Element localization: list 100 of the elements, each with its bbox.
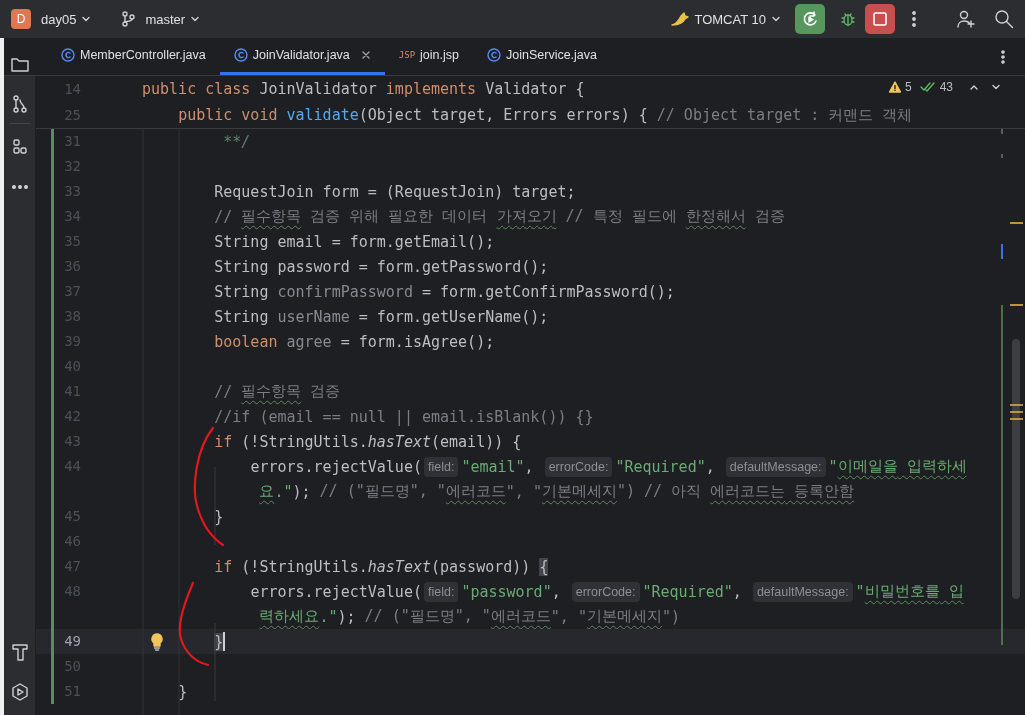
chevron-down-icon xyxy=(81,14,92,24)
code-comment: 에러코드 xyxy=(445,482,506,501)
code-string: "Required" xyxy=(642,582,733,601)
inlay-hint: errorCode: xyxy=(544,456,613,477)
code-text: String password = form.getPassword(); xyxy=(214,257,549,276)
code-string: " xyxy=(855,582,865,601)
warning-marker xyxy=(1009,304,1024,306)
code-text: = form.getUserName(); xyxy=(357,307,549,326)
chevron-down-icon xyxy=(771,14,781,24)
code-comment: **/ xyxy=(223,132,251,151)
hammer-icon[interactable] xyxy=(10,642,29,662)
code-comment: // xyxy=(214,382,234,401)
inlay-hint: field: xyxy=(423,456,459,477)
stop-icon xyxy=(872,11,888,27)
chevron-down-icon xyxy=(991,82,1001,92)
branch-icon xyxy=(121,11,136,27)
code-variable: agree xyxy=(286,332,332,351)
code-comment: ", " xyxy=(505,482,542,501)
code-text: (password)) xyxy=(431,557,532,576)
add-user-icon xyxy=(956,9,976,29)
more-vertical-icon[interactable] xyxy=(1001,49,1005,64)
code-text: String email = form.getEmail(); xyxy=(214,232,495,251)
search-icon xyxy=(994,9,1014,29)
code-comment: //if (email == null || email.isBlank()) {} xyxy=(214,407,594,426)
code-text: (email)) { xyxy=(431,432,522,451)
code-text: errors.rejectValue( xyxy=(250,582,422,601)
code-keyword: if xyxy=(214,432,234,451)
code-comment: ") // 아직 xyxy=(616,482,703,501)
more-vertical-icon xyxy=(912,11,916,27)
line-number: 49 xyxy=(51,629,142,654)
project-selector[interactable]: day05 xyxy=(37,9,96,29)
code-comment: 기본메세지 xyxy=(541,482,617,501)
code-string: ." xyxy=(274,482,293,501)
close-icon xyxy=(360,50,371,60)
code-text: String xyxy=(214,307,270,326)
code-text: , xyxy=(551,582,562,601)
jsp-file-icon: JSP xyxy=(398,50,416,60)
code-string: 비밀번호를 xyxy=(864,582,940,601)
code-string: "Required" xyxy=(615,457,706,476)
file-tab[interactable]: JoinService.java xyxy=(473,38,611,75)
rerun-button[interactable] xyxy=(795,4,825,34)
inlay-hint: defaultMessage: xyxy=(725,456,826,477)
text-cursor xyxy=(223,632,226,651)
code-string: 입력하세 xyxy=(905,457,967,476)
code-comment: 에러코드 xyxy=(490,607,551,626)
code-text: = form.getConfirmPassword(); xyxy=(420,282,675,301)
code-text: , xyxy=(524,457,535,476)
code-comment: ") xyxy=(661,607,681,626)
code-keyword: public class xyxy=(142,80,252,98)
code-comment: 가져오기 xyxy=(496,207,557,226)
class-icon xyxy=(233,48,248,62)
structure-icon[interactable] xyxy=(10,138,29,156)
file-tab[interactable]: MemberController.java xyxy=(47,38,220,75)
code-comment: 기본메세지 xyxy=(586,607,662,626)
code-string: ." xyxy=(319,607,338,626)
code-text: , xyxy=(732,582,743,601)
code-comment: 검증 위해 필요한 데이터 xyxy=(309,207,489,226)
code-comment: 검증 xyxy=(309,382,341,401)
inlay-hint: field: xyxy=(423,581,459,602)
code-brace: { xyxy=(539,557,549,576)
code-comment: 에러코드는 xyxy=(710,482,786,501)
passed-count: 43 xyxy=(939,80,953,94)
cat-icon xyxy=(670,11,691,27)
code-comment: // ("필드명", " xyxy=(364,607,491,626)
code-string: 요 xyxy=(259,482,275,501)
code-string: "email" xyxy=(461,457,525,476)
code-text: (!StringUtils. xyxy=(241,432,368,451)
code-comment: 등록안함 xyxy=(793,482,855,501)
code-text: ); xyxy=(292,482,312,501)
run-configuration-selector[interactable]: TOMCAT 10 xyxy=(690,9,785,29)
code-text: (Object target, Errors errors) { xyxy=(358,106,649,124)
git-branches-icon[interactable] xyxy=(11,95,28,113)
code-text: } xyxy=(214,507,224,526)
file-tab[interactable]: JSP join.jsp xyxy=(384,38,473,75)
code-text: } xyxy=(178,682,188,701)
run-icon[interactable] xyxy=(9,682,30,702)
more-horizontal-icon[interactable] xyxy=(11,185,28,189)
code-comment: 검증 xyxy=(753,207,785,226)
code-text: (!StringUtils. xyxy=(241,557,368,576)
double-check-icon xyxy=(919,81,936,93)
lightbulb-icon xyxy=(150,632,164,651)
code-text: = form.isAgree(); xyxy=(339,332,495,351)
code-text: , xyxy=(705,457,716,476)
warning-icon xyxy=(888,81,901,93)
code-string: 이메일을 xyxy=(837,457,898,476)
change-marker xyxy=(1001,129,1003,159)
code-text: String xyxy=(214,282,270,301)
code-variable: userName xyxy=(277,307,350,326)
class-icon xyxy=(487,48,501,62)
code-comment: // 특정 필드에 xyxy=(564,207,678,226)
code-method: hasText xyxy=(367,432,431,451)
code-variable: confirmPassword xyxy=(277,282,413,301)
rerun-icon xyxy=(801,10,819,28)
stop-button[interactable] xyxy=(865,4,895,34)
code-comment: ", " xyxy=(550,607,587,626)
code-text: Validator { xyxy=(485,80,585,98)
branch-selector[interactable]: master xyxy=(141,9,205,29)
code-keyword: public void xyxy=(178,106,279,124)
chevron-down-icon xyxy=(190,14,201,24)
folder-icon[interactable] xyxy=(9,55,30,73)
